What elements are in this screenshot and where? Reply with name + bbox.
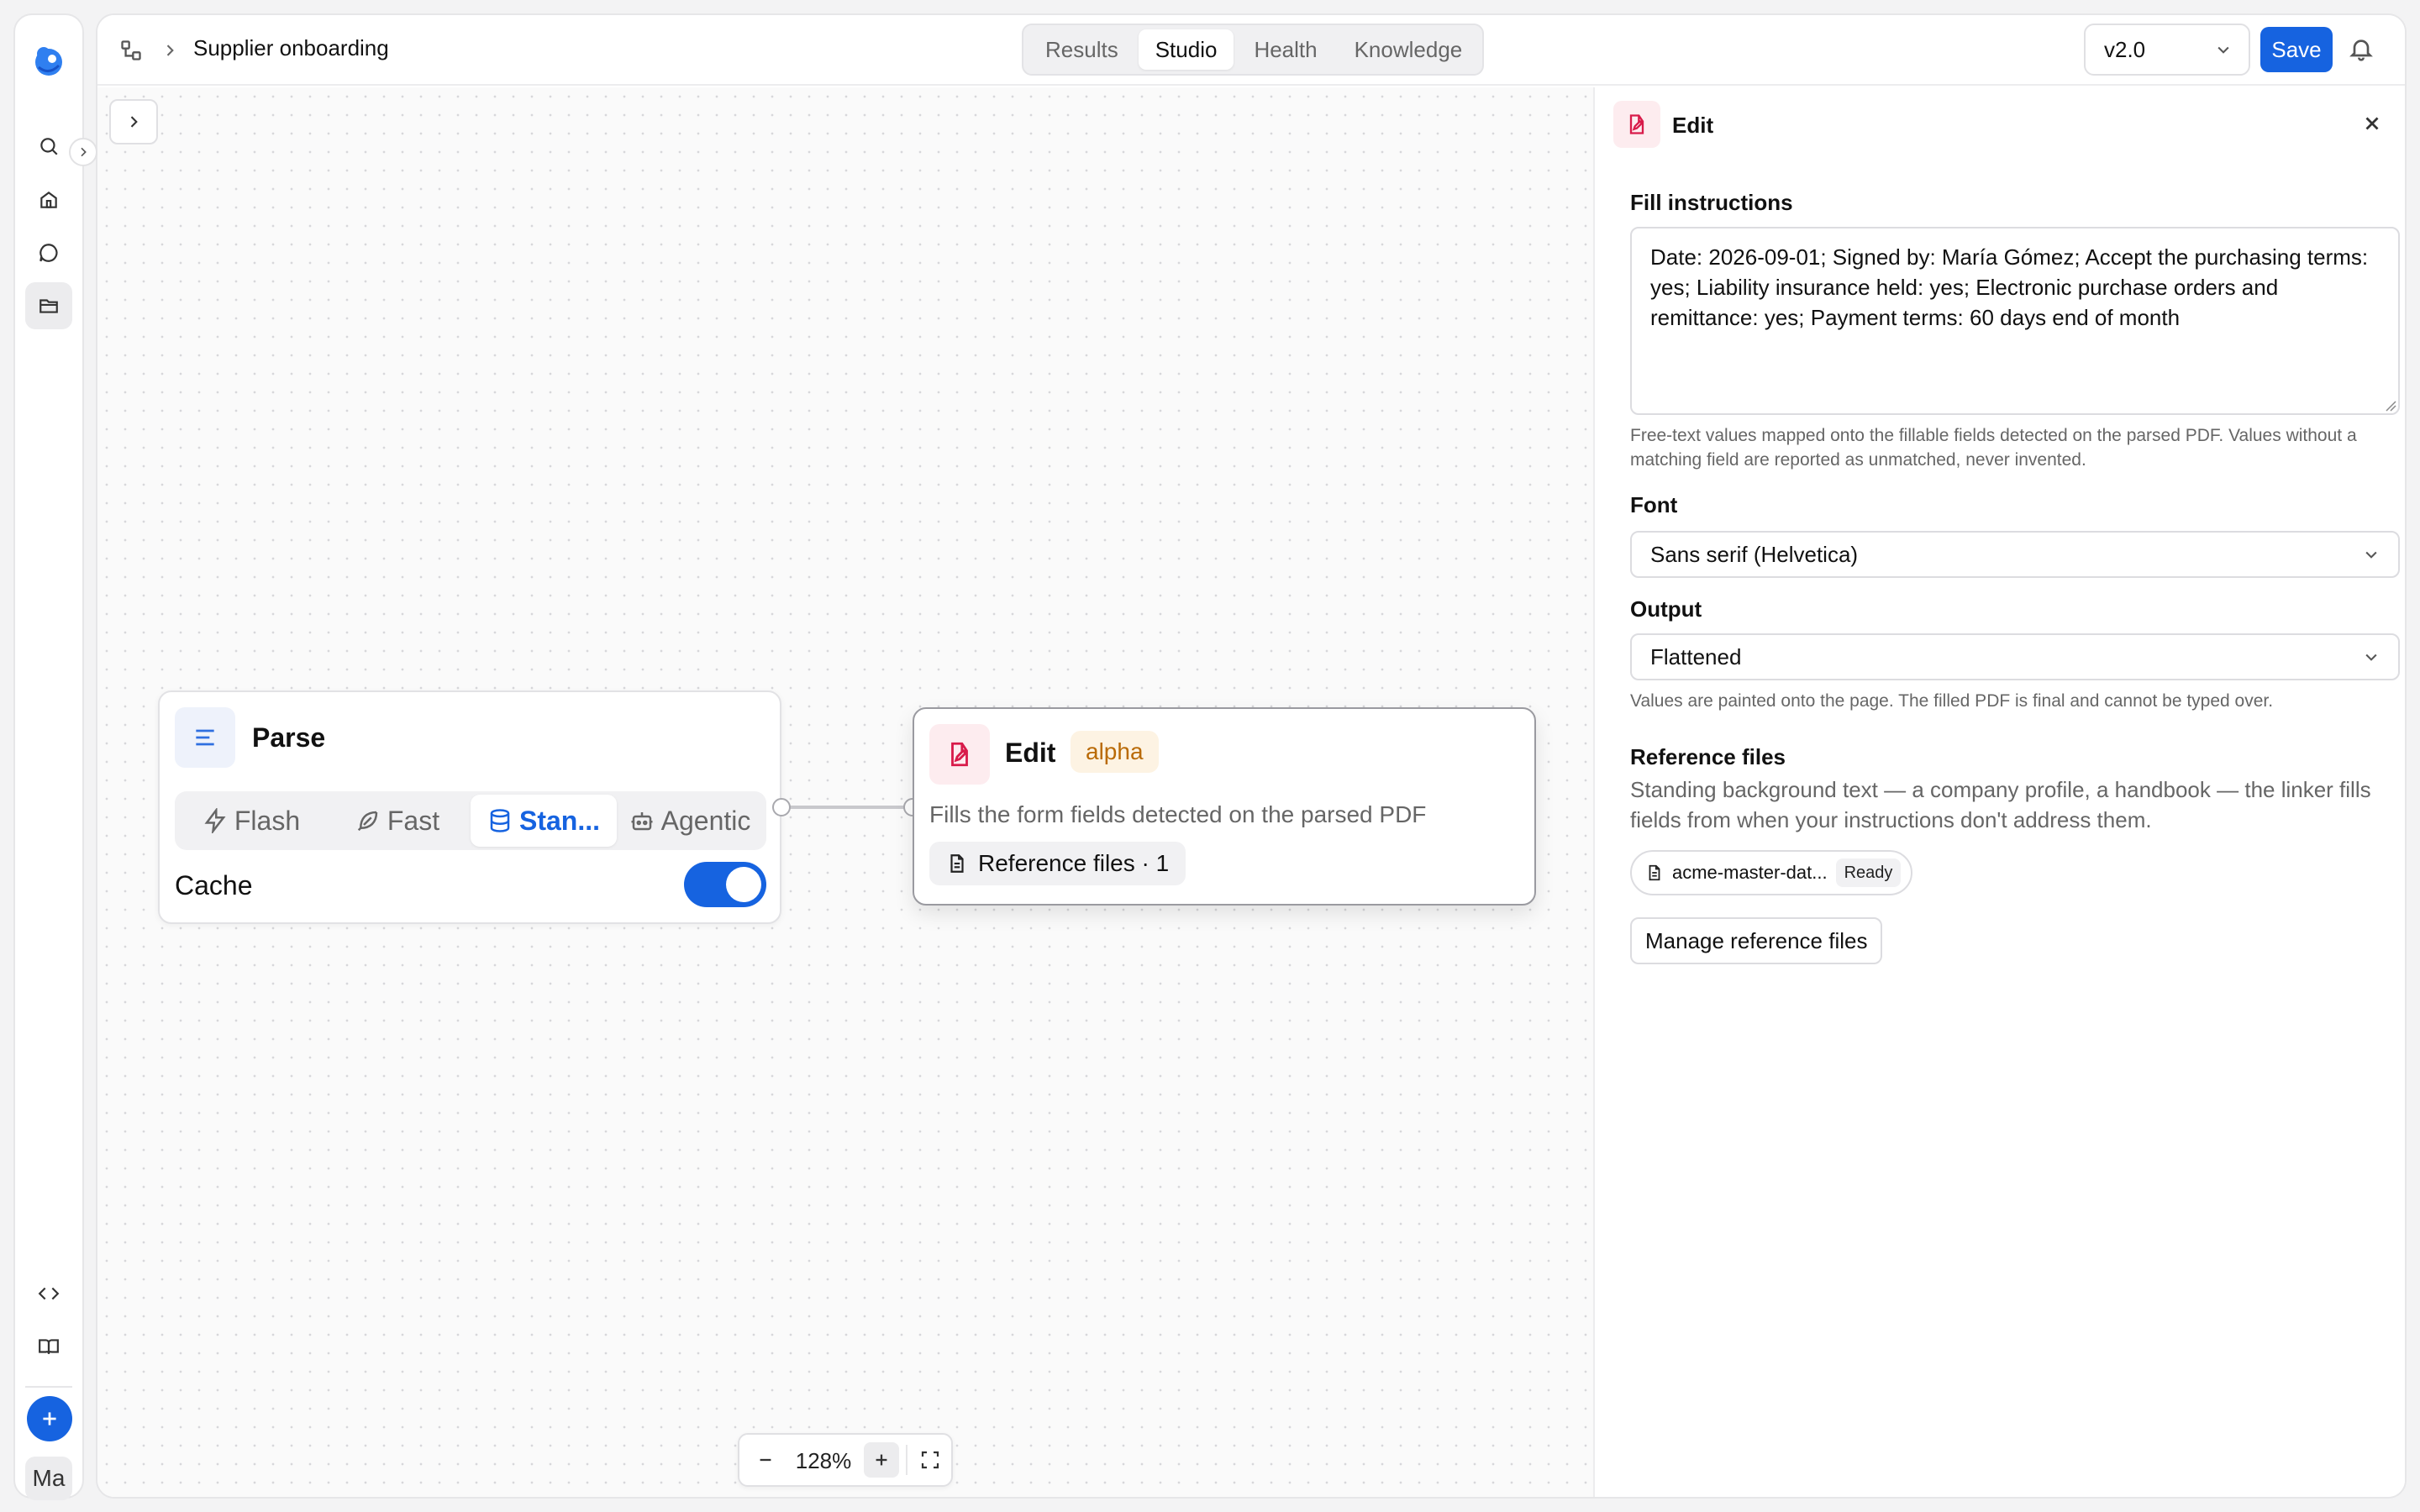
parse-mode-selector: Flash Fast Stan... Agentic bbox=[175, 791, 766, 850]
bolt-icon bbox=[203, 808, 228, 833]
workflow-canvas[interactable]: Parse Flash Fast Stan... Agentic Cache E… bbox=[97, 87, 1593, 1497]
edit-node[interactable]: Edit alpha Fills the form fields detecte… bbox=[913, 707, 1536, 906]
mode-agentic-label: Agentic bbox=[660, 805, 751, 836]
mode-agentic[interactable]: Agentic bbox=[617, 795, 763, 847]
chat-icon[interactable] bbox=[25, 229, 72, 276]
code-icon[interactable] bbox=[25, 1270, 72, 1317]
plus-icon[interactable] bbox=[27, 1396, 72, 1441]
mode-flash-label: Flash bbox=[234, 805, 301, 836]
book-icon[interactable] bbox=[25, 1323, 72, 1370]
zoom-controls: 128% bbox=[738, 1433, 953, 1487]
close-icon[interactable] bbox=[2361, 113, 2383, 134]
font-select-value: Sans serif (Helvetica) bbox=[1650, 541, 1859, 567]
fill-instructions-label: Fill instructions bbox=[1630, 190, 1793, 215]
version-select[interactable]: v2.0 bbox=[2084, 24, 2250, 76]
edit-panel: Edit Fill instructions Date: 2026-09-01;… bbox=[1593, 87, 2405, 1497]
fill-instructions-input[interactable]: Date: 2026-09-01; Signed by: María Gómez… bbox=[1630, 227, 2400, 415]
alpha-badge: alpha bbox=[1071, 731, 1159, 773]
parse-node-title: Parse bbox=[252, 722, 326, 753]
tab-results[interactable]: Results bbox=[1028, 29, 1135, 70]
rail-divider bbox=[25, 1386, 72, 1388]
zoom-out-button[interactable] bbox=[748, 1442, 783, 1478]
file-icon bbox=[1645, 864, 1664, 882]
file-icon bbox=[946, 853, 968, 874]
robot-icon bbox=[629, 808, 655, 833]
reference-files-chip-label: Reference files · 1 bbox=[978, 850, 1170, 876]
font-select[interactable]: Sans serif (Helvetica) bbox=[1630, 531, 2400, 578]
top-bar: Supplier onboarding Results Studio Healt… bbox=[97, 15, 2405, 86]
mode-fast[interactable]: Fast bbox=[324, 795, 471, 847]
logo-icon[interactable] bbox=[25, 37, 72, 84]
chevron-right-icon bbox=[161, 42, 178, 59]
tab-health[interactable]: Health bbox=[1237, 29, 1334, 70]
view-tabs: Results Studio Health Knowledge bbox=[1022, 24, 1484, 76]
database-icon bbox=[487, 808, 513, 833]
cache-toggle[interactable] bbox=[684, 862, 766, 907]
save-button[interactable]: Save bbox=[2260, 27, 2333, 72]
main-frame: Supplier onboarding Results Studio Healt… bbox=[96, 13, 2407, 1499]
resize-handle-icon[interactable] bbox=[2385, 400, 2396, 412]
chevron-down-icon bbox=[2363, 546, 2380, 563]
cache-label: Cache bbox=[175, 870, 253, 900]
file-status-badge: Ready bbox=[1835, 858, 1902, 887]
zoom-divider bbox=[906, 1445, 908, 1475]
file-edit-icon bbox=[929, 724, 990, 785]
avatar[interactable]: Ma bbox=[25, 1457, 72, 1500]
bell-icon[interactable] bbox=[2348, 35, 2375, 62]
text-lines-icon bbox=[175, 707, 235, 768]
left-rail: Ma bbox=[13, 13, 84, 1500]
output-help: Values are painted onto the page. The fi… bbox=[1630, 691, 2274, 711]
fill-instructions-help: Free-text values mapped onto the fillabl… bbox=[1630, 426, 2357, 470]
mode-standard[interactable]: Stan... bbox=[471, 795, 617, 847]
font-label: Font bbox=[1630, 492, 1678, 517]
search-icon[interactable] bbox=[25, 123, 72, 170]
reference-file-chip[interactable]: acme-master-dat... Ready bbox=[1630, 850, 1913, 895]
zoom-level: 128% bbox=[795, 1448, 852, 1473]
sidebar-expand-button[interactable] bbox=[69, 138, 97, 166]
chevron-down-icon bbox=[2215, 41, 2232, 58]
parse-output-port[interactable] bbox=[772, 798, 791, 816]
output-select[interactable]: Flattened bbox=[1630, 633, 2400, 680]
reference-files-label: Reference files bbox=[1630, 744, 1786, 769]
home-icon[interactable] bbox=[25, 176, 72, 223]
mode-flash[interactable]: Flash bbox=[178, 795, 324, 847]
reference-file-name: acme-master-dat... bbox=[1672, 862, 1828, 883]
mode-fast-label: Fast bbox=[387, 805, 440, 836]
tab-studio[interactable]: Studio bbox=[1138, 29, 1234, 70]
tab-knowledge[interactable]: Knowledge bbox=[1338, 29, 1480, 70]
zoom-in-button[interactable] bbox=[864, 1442, 899, 1478]
output-select-value: Flattened bbox=[1650, 643, 1742, 669]
feather-icon bbox=[355, 808, 381, 833]
edit-node-description: Fills the form fields detected on the pa… bbox=[929, 801, 1427, 827]
panel-title: Edit bbox=[1672, 113, 1714, 138]
mode-standard-label: Stan... bbox=[518, 805, 600, 836]
edit-node-title: Edit bbox=[1005, 738, 1056, 768]
chevron-down-icon bbox=[2363, 648, 2380, 665]
folder-icon[interactable] bbox=[25, 282, 72, 329]
node-connector bbox=[781, 806, 913, 809]
toggle-knob bbox=[726, 867, 761, 902]
page-title: Supplier onboarding bbox=[193, 35, 389, 60]
file-edit-icon bbox=[1613, 101, 1660, 148]
workflow-icon[interactable] bbox=[119, 39, 143, 62]
parse-node[interactable]: Parse Flash Fast Stan... Agentic Cache bbox=[158, 690, 781, 924]
reference-files-description: Standing background text — a company pro… bbox=[1630, 777, 2371, 832]
output-label: Output bbox=[1630, 596, 1702, 622]
reference-files-chip[interactable]: Reference files · 1 bbox=[929, 842, 1186, 885]
fit-view-icon[interactable] bbox=[913, 1442, 948, 1478]
panel-toggle-button[interactable] bbox=[109, 99, 158, 144]
manage-reference-files-button[interactable]: Manage reference files bbox=[1630, 917, 1883, 964]
version-value: v2.0 bbox=[2104, 36, 2146, 62]
